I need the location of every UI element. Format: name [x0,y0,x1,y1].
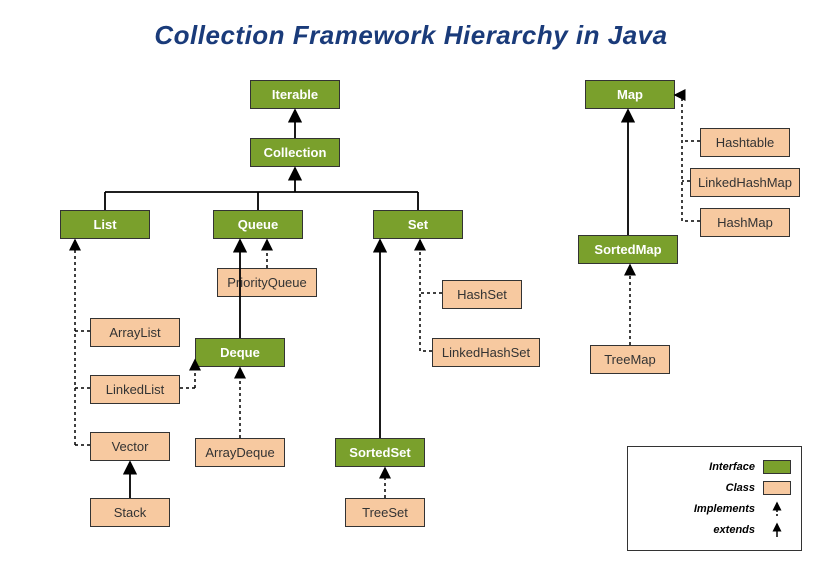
legend-extends: extends [638,521,791,539]
legend-implements-label: Implements [638,503,755,515]
node-stack: Stack [90,498,170,527]
node-set: Set [373,210,463,239]
node-sortedset: SortedSet [335,438,425,467]
node-linkedhashmap: LinkedHashMap [690,168,800,197]
node-linkedhashset: LinkedHashSet [432,338,540,367]
node-iterable: Iterable [250,80,340,109]
page-title: Collection Framework Hierarchy in Java [0,20,822,51]
node-priorityqueue: PriorityQueue [217,268,317,297]
legend-extends-label: extends [638,524,755,536]
legend-interface-label: Interface [638,461,755,473]
node-sortedmap: SortedMap [578,235,678,264]
node-hashmap: HashMap [700,208,790,237]
node-deque: Deque [195,338,285,367]
legend-class: Class [638,479,791,497]
node-collection: Collection [250,138,340,167]
node-queue: Queue [213,210,303,239]
node-hashset: HashSet [442,280,522,309]
node-treeset: TreeSet [345,498,425,527]
legend-interface: Interface [638,458,791,476]
node-map: Map [585,80,675,109]
node-vector: Vector [90,432,170,461]
node-linkedlist: LinkedList [90,375,180,404]
node-treemap: TreeMap [590,345,670,374]
node-arraydeque: ArrayDeque [195,438,285,467]
legend-class-label: Class [638,482,755,494]
legend-interface-swatch [763,460,791,474]
legend-implements-icon [763,500,791,518]
legend: Interface Class Implements extends [627,446,802,551]
node-hashtable: Hashtable [700,128,790,157]
legend-implements: Implements [638,500,791,518]
legend-extends-icon [763,521,791,539]
legend-class-swatch [763,481,791,495]
node-list: List [60,210,150,239]
node-arraylist: ArrayList [90,318,180,347]
